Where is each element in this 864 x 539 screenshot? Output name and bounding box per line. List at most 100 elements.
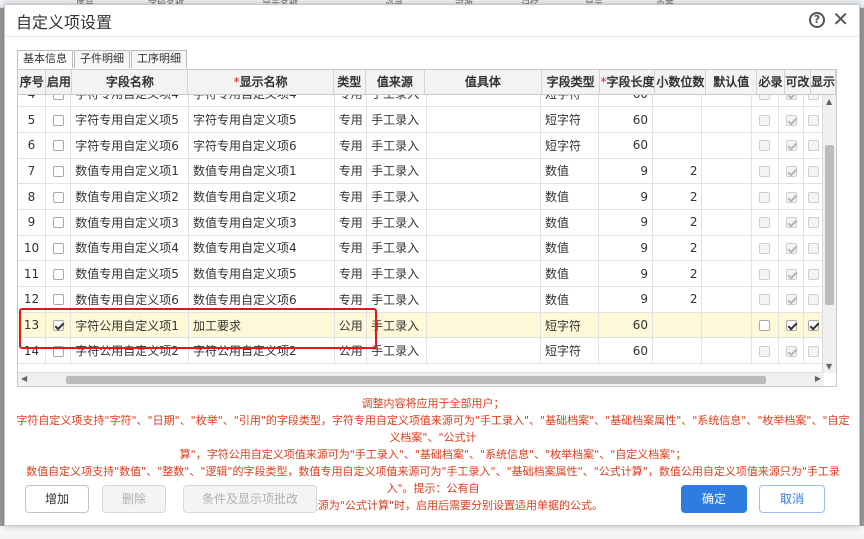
scope-type[interactable]: 专用 <box>334 158 368 185</box>
scope-type[interactable]: 专用 <box>334 286 368 313</box>
table-row[interactable]: 8 数值专用自定义项2 数值专用自定义项2 专用 手工录入 数值 9 2 <box>18 183 824 210</box>
scroll-up-icon[interactable]: ▲ <box>826 97 832 106</box>
required-cell[interactable] <box>751 132 779 159</box>
scroll-down-icon[interactable]: ▼ <box>826 362 832 371</box>
default-value[interactable] <box>701 183 752 210</box>
required-checkbox[interactable] <box>759 320 771 332</box>
default-value[interactable] <box>701 260 752 287</box>
value-detail[interactable] <box>426 337 542 365</box>
value-detail[interactable] <box>426 106 542 133</box>
value-detail[interactable] <box>426 209 542 236</box>
decimal-places[interactable] <box>652 312 703 339</box>
default-value[interactable] <box>701 209 752 236</box>
value-detail[interactable] <box>426 235 542 262</box>
required-cell[interactable] <box>751 158 779 185</box>
editable-cell[interactable] <box>778 132 805 159</box>
enabled-checkbox[interactable] <box>52 345 64 357</box>
ok-button[interactable]: 确定 <box>681 485 747 513</box>
field-type[interactable]: 数值 <box>540 260 600 287</box>
table-row[interactable]: 12 数值专用自定义项6 数值专用自定义项6 专用 手工录入 数值 9 2 <box>18 286 824 313</box>
display-name[interactable]: 数值专用自定义项4 <box>188 235 336 262</box>
close-icon[interactable]: ✕ <box>832 9 849 29</box>
scroll-right-icon[interactable]: ▶ <box>815 374 821 383</box>
display-name[interactable]: 字符专用自定义项4 <box>188 95 336 108</box>
show-checkbox[interactable] <box>808 95 820 100</box>
value-detail[interactable] <box>426 312 542 339</box>
show-checkbox[interactable] <box>808 165 820 177</box>
value-source[interactable]: 手工录入 <box>366 209 427 236</box>
enabled-checkbox[interactable] <box>52 268 64 280</box>
required-cell[interactable] <box>751 312 779 339</box>
enabled-cell[interactable] <box>45 95 72 108</box>
editable-cell[interactable] <box>778 337 805 365</box>
column-header[interactable]: 值具体 <box>424 70 542 95</box>
table-row[interactable]: 7 数值专用自定义项1 数值专用自定义项1 专用 手工录入 数值 9 2 <box>18 158 824 185</box>
value-source[interactable]: 手工录入 <box>366 312 427 339</box>
default-value[interactable] <box>701 286 752 313</box>
required-checkbox[interactable] <box>759 217 771 229</box>
scope-type[interactable]: 公用 <box>334 337 368 365</box>
show-cell[interactable] <box>803 158 824 185</box>
enabled-cell[interactable] <box>45 106 72 133</box>
editable-checkbox[interactable] <box>785 268 797 280</box>
decimal-places[interactable] <box>652 132 703 159</box>
enabled-checkbox[interactable] <box>52 114 64 126</box>
required-checkbox[interactable] <box>759 140 771 152</box>
grid-body[interactable]: 4字符专用自定义项4字符专用自定义项4专用手工录入短字符605字符专用自定义项5… <box>18 95 824 373</box>
editable-checkbox[interactable] <box>785 140 797 152</box>
column-header[interactable]: *显示名称 <box>187 70 334 95</box>
field-name[interactable]: 字符专用自定义项6 <box>70 132 190 159</box>
editable-checkbox[interactable] <box>785 95 797 100</box>
decimal-places[interactable]: 2 <box>652 286 703 313</box>
display-name[interactable]: 数值专用自定义项5 <box>188 260 336 287</box>
enabled-cell[interactable] <box>45 235 72 262</box>
show-cell[interactable] <box>803 312 824 339</box>
display-name[interactable]: 数值专用自定义项6 <box>188 286 336 313</box>
field-length[interactable]: 9 <box>598 286 654 313</box>
tab-child-detail[interactable]: 子件明细 <box>74 50 130 68</box>
field-name[interactable]: 数值专用自定义项1 <box>70 158 190 185</box>
editable-cell[interactable] <box>778 312 805 339</box>
editable-cell[interactable] <box>778 183 805 210</box>
required-cell[interactable] <box>751 106 779 133</box>
display-name[interactable]: 字符专用自定义项6 <box>188 132 336 159</box>
editable-checkbox[interactable] <box>785 165 797 177</box>
field-type[interactable]: 数值 <box>540 286 600 313</box>
field-type[interactable]: 数值 <box>540 235 600 262</box>
scope-type[interactable]: 专用 <box>334 235 368 262</box>
enabled-checkbox[interactable] <box>52 320 64 332</box>
editable-checkbox[interactable] <box>785 294 797 306</box>
show-cell[interactable] <box>803 337 824 365</box>
column-header[interactable]: 默认值 <box>705 70 758 95</box>
value-detail[interactable] <box>426 183 542 210</box>
decimal-places[interactable]: 2 <box>652 260 703 287</box>
enabled-checkbox[interactable] <box>52 191 64 203</box>
field-type[interactable]: 短字符 <box>540 337 600 365</box>
help-icon[interactable]: ? <box>809 12 825 28</box>
value-detail[interactable] <box>426 260 542 287</box>
field-name[interactable]: 字符专用自定义项4 <box>70 95 190 108</box>
show-cell[interactable] <box>803 106 824 133</box>
enabled-cell[interactable] <box>45 132 72 159</box>
table-row[interactable]: 14 字符公用自定义项2 字符公用自定义项2 公用 手工录入 短字符 60 <box>18 337 824 365</box>
enabled-checkbox[interactable] <box>52 140 64 152</box>
required-checkbox[interactable] <box>759 268 771 280</box>
scope-type[interactable]: 专用 <box>334 183 368 210</box>
column-header[interactable]: 类型 <box>333 70 366 95</box>
enabled-checkbox[interactable] <box>52 242 64 254</box>
editable-cell[interactable] <box>778 286 805 313</box>
show-cell[interactable] <box>803 286 824 313</box>
enabled-cell[interactable] <box>45 312 72 339</box>
field-name[interactable]: 字符专用自定义项5 <box>70 106 190 133</box>
required-checkbox[interactable] <box>759 294 771 306</box>
field-length[interactable]: 9 <box>598 235 654 262</box>
required-cell[interactable] <box>751 95 779 108</box>
show-cell[interactable] <box>803 235 824 262</box>
field-length[interactable]: 60 <box>598 337 654 365</box>
enabled-cell[interactable] <box>45 183 72 210</box>
field-name[interactable]: 数值专用自定义项6 <box>70 286 190 313</box>
value-source[interactable]: 手工录入 <box>366 235 427 262</box>
enabled-checkbox[interactable] <box>52 217 64 229</box>
field-length[interactable]: 60 <box>598 132 654 159</box>
show-cell[interactable] <box>803 183 824 210</box>
